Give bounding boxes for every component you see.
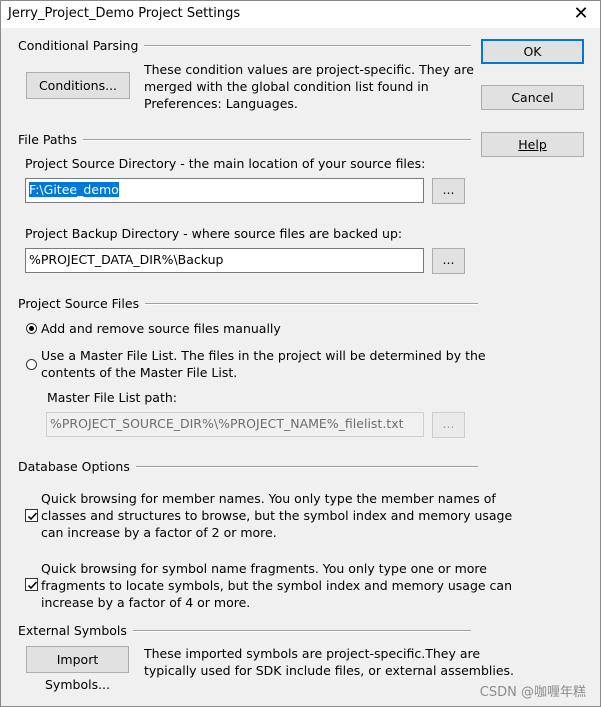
- ok-label: OK: [523, 44, 542, 59]
- quick-symbol-checkbox[interactable]: [25, 578, 38, 591]
- master-browse-label: ...: [442, 416, 455, 431]
- quick-symbol-text-1[interactable]: Quick browsing for symbol name fragments…: [41, 560, 487, 577]
- manual-files-radio[interactable]: [26, 323, 37, 334]
- file-paths-divider: [18, 139, 471, 141]
- source-directory-label: Project Source Directory - the main loca…: [25, 156, 426, 171]
- source-browse-button[interactable]: ...: [432, 178, 465, 204]
- source-directory-input[interactable]: F:\Gitee_demo: [25, 178, 424, 203]
- master-file-list-path-value: %PROJECT_SOURCE_DIR%\%PROJECT_NAME%_file…: [50, 416, 404, 431]
- quick-symbol-text-3[interactable]: increase by a factor of 4 or more.: [41, 594, 250, 611]
- dialog-window: Jerry_Project_Demo Project Settings ✕ OK…: [0, 0, 601, 707]
- quick-member-checkbox[interactable]: [25, 509, 38, 522]
- import-symbols-label: Import Symbols...: [45, 652, 110, 692]
- database-options-heading: Database Options: [18, 459, 136, 474]
- quick-symbol-text-2[interactable]: fragments to locate symbols, but the sym…: [41, 577, 512, 594]
- source-directory-value: F:\Gitee_demo: [29, 182, 119, 197]
- backup-directory-input[interactable]: %PROJECT_DATA_DIR%\Backup: [25, 248, 424, 273]
- help-button[interactable]: Help: [481, 132, 584, 157]
- master-file-list-label-1[interactable]: Use a Master File List. The files in the…: [41, 347, 486, 364]
- master-file-list-radio[interactable]: [26, 359, 37, 370]
- conditional-parsing-description-3: Preferences: Languages.: [144, 96, 298, 111]
- source-browse-label: ...: [442, 182, 455, 197]
- help-label: Help: [518, 137, 547, 152]
- master-browse-button: ...: [432, 412, 465, 438]
- external-symbols-description-2: typically used for SDK include files, or…: [144, 663, 515, 678]
- title-bar: Jerry_Project_Demo Project Settings ✕: [1, 1, 600, 28]
- window-title: Jerry_Project_Demo Project Settings: [8, 6, 241, 21]
- backup-directory-value: %PROJECT_DATA_DIR%\Backup: [29, 252, 224, 267]
- close-icon[interactable]: ✕: [570, 3, 592, 25]
- backup-directory-label: Project Backup Directory - where source …: [25, 226, 403, 241]
- checkmark-icon: [27, 512, 38, 521]
- conditional-parsing-description-1: These condition values are project-speci…: [144, 62, 474, 77]
- master-file-list-path-label: Master File List path:: [47, 390, 178, 405]
- master-file-list-label-2[interactable]: contents of the Master File List.: [41, 364, 237, 381]
- import-symbols-button[interactable]: Import Symbols...: [26, 646, 129, 692]
- manual-files-label[interactable]: Add and remove source files manually: [41, 320, 281, 337]
- cancel-button[interactable]: Cancel: [481, 85, 584, 110]
- master-file-list-path-input: %PROJECT_SOURCE_DIR%\%PROJECT_NAME%_file…: [46, 412, 424, 437]
- conditional-parsing-description-2: merged with the global condition list fo…: [144, 79, 429, 94]
- conditions-button[interactable]: Conditions...: [26, 72, 130, 99]
- quick-member-text-2[interactable]: classes and structures to browse, but th…: [41, 507, 512, 524]
- external-symbols-description-1: These imported symbols are project-speci…: [144, 646, 481, 661]
- file-paths-heading: File Paths: [18, 132, 83, 147]
- conditions-label: Conditions...: [38, 78, 118, 93]
- conditional-parsing-heading: Conditional Parsing: [18, 38, 145, 53]
- cancel-label: Cancel: [511, 90, 554, 105]
- ok-button[interactable]: OK: [481, 39, 584, 64]
- quick-member-text-1[interactable]: Quick browsing for member names. You onl…: [41, 490, 496, 507]
- external-symbols-heading: External Symbols: [18, 623, 133, 638]
- quick-member-text-3[interactable]: can increase by a factor of 2 or more.: [41, 524, 277, 541]
- backup-browse-label: ...: [442, 252, 455, 267]
- checkmark-icon: [27, 581, 38, 590]
- watermark-text: CSDN @咖喱年糕: [479, 685, 586, 700]
- backup-browse-button[interactable]: ...: [432, 248, 465, 274]
- project-source-files-heading: Project Source Files: [18, 296, 146, 311]
- radio-selected-dot: [29, 326, 34, 331]
